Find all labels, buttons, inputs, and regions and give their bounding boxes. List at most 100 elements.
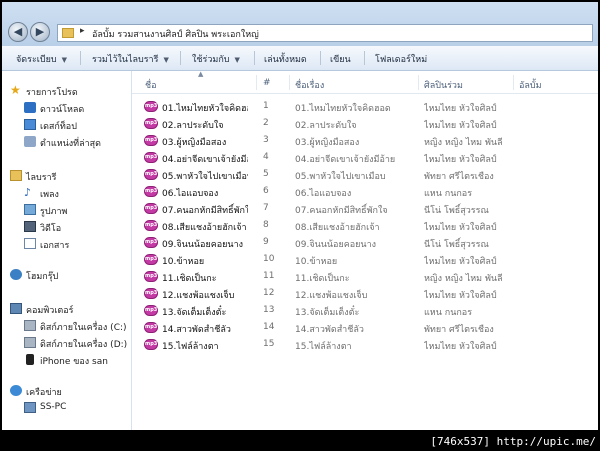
- file-row[interactable]: mp3 05.พาหัวใจไปเขาเมือบ 5 05.พาหัวใจไปเขาเ…: [132, 166, 598, 183]
- file-row[interactable]: mp3 14.สาวพัดสำชีลัว 14 14.สาวพัดสำชีลัว พัท…: [132, 319, 598, 336]
- audio-file-icon: mp3: [144, 169, 158, 180]
- file-row[interactable]: mp3 09.จินนน้อยคอยนาง 9 09.จินนน้อยคอยนาง นี…: [132, 234, 598, 251]
- column-header-title[interactable]: ชื่อเรื่อง: [295, 78, 324, 92]
- file-name: 07.คนอกหักมีสิทธิ์พักใจ: [162, 206, 248, 216]
- track-title: 08.เสียแชงอ้ายฮักเจ้า: [295, 223, 380, 233]
- explorer-window: ◀ ▶ ▸ อัลบั้ม รวมสานงานศิลป์ ศิลปิน พระเ…: [2, 2, 598, 430]
- column-header-name[interactable]: ชื่อ: [145, 78, 157, 92]
- address-bar[interactable]: ▸ อัลบั้ม รวมสานงานศิลป์ ศิลปิน พระเอกให…: [57, 24, 593, 42]
- drive-icon: [24, 320, 36, 331]
- audio-file-icon: mp3: [144, 118, 158, 129]
- file-name: 01.ไหมไทยหัวใจคิดฮอด: [162, 104, 248, 114]
- track-title: 03.ผู้หญิงมือสอง: [295, 138, 360, 148]
- track-artist: ไหมไทย หัวใจศิลป์: [424, 155, 497, 165]
- track-number: 10: [263, 254, 275, 264]
- file-row[interactable]: mp3 11.เชิดเป็นกะ 11 11.เชิดเป็นกะ หญิง หญิง…: [132, 268, 598, 285]
- audio-file-icon: mp3: [144, 254, 158, 265]
- nav-computer-label: คอมพิวเตอร์: [26, 306, 74, 316]
- audio-file-icon: mp3: [144, 271, 158, 282]
- image-frame: ◀ ▶ ▸ อัลบั้ม รวมสานงานศิลป์ ศิลปิน พระเ…: [0, 0, 600, 451]
- image-watermark: [746x537] http://upic.me/: [430, 435, 596, 448]
- include-in-library-menu[interactable]: รวมไว้ในไลบรารี ▼: [92, 52, 169, 66]
- file-row[interactable]: mp3 15.ไฟล์ล้างตา 15 15.ไฟล์ล้างตา ไหมไทย หั…: [132, 336, 598, 353]
- file-name: 10.ข้าหอย: [162, 257, 205, 267]
- drive-icon: [24, 337, 36, 348]
- homegroup-icon: [10, 269, 22, 280]
- toolbar-divider: [180, 51, 181, 65]
- navigation-pane: ★ รายการโปรด ดาวน์โหลด เดสก์ท็อป ตำแหน่งท…: [2, 71, 132, 430]
- audio-file-icon: mp3: [144, 322, 158, 333]
- audio-file-icon: mp3: [144, 152, 158, 163]
- recent-places-icon: [24, 136, 36, 147]
- burn-button[interactable]: เขียน: [330, 52, 351, 66]
- file-row[interactable]: mp3 07.คนอกหักมีสิทธิ์พักใจ 7 07.คนอกหักมีส…: [132, 200, 598, 217]
- track-title: 10.ข้าหอย: [295, 257, 338, 267]
- track-artist: ไหมไทย หัวใจศิลป์: [424, 223, 497, 233]
- track-artist: นีโน่ โพธิ์สุวรรณ: [424, 206, 489, 216]
- pictures-icon: [24, 204, 36, 215]
- new-folder-button[interactable]: โฟลเดอร์ใหม่: [375, 52, 427, 66]
- organize-menu[interactable]: จัดระเบียบ ▼: [16, 52, 67, 66]
- file-row[interactable]: mp3 03.ผู้หญิงมือสอง 3 03.ผู้หญิงมือสอง หญิง…: [132, 132, 598, 149]
- audio-file-icon: mp3: [144, 339, 158, 350]
- file-name: 13.จัดเต็มเต็งตั๋ะ: [162, 308, 227, 318]
- file-row[interactable]: mp3 04.อย่าจีดเขาเจ้ายังมีอ้าย 4 04.อย่าจีด…: [132, 149, 598, 166]
- computer-icon: [10, 303, 22, 314]
- track-artist: ไหมไทย หัวใจศิลป์: [424, 257, 497, 267]
- nav-network-label: เครือข่าย: [26, 388, 62, 398]
- file-name: 03.ผู้หญิงมือสอง: [162, 138, 227, 148]
- file-row[interactable]: mp3 06.ไอแอบจอง 6 06.ไอแอบจอง แหน กนกอร: [132, 183, 598, 200]
- file-row[interactable]: mp3 02.ลาประดับใจ 2 02.ลาประดับใจ ไหมไทย หัว…: [132, 115, 598, 132]
- track-title: 07.คนอกหักมีสิทธิ์พักใจ: [295, 206, 388, 216]
- forward-button[interactable]: ▶: [30, 22, 50, 42]
- column-header-album[interactable]: อัลบั้ม: [519, 78, 542, 92]
- organize-label: จัดระเบียบ: [16, 55, 57, 65]
- column-divider[interactable]: [418, 75, 419, 90]
- nav-item-label: ตำแหน่งที่ล่าสุด: [40, 139, 102, 149]
- play-all-button[interactable]: เล่นทั้งหมด: [264, 52, 307, 66]
- address-path[interactable]: อัลบั้ม รวมสานงานศิลป์ ศิลปิน พระเอกใหญ่: [92, 27, 259, 41]
- file-row[interactable]: mp3 01.ไหมไทยหัวใจคิดฮอด 1 01.ไหมไทยหัวใจคิ…: [132, 98, 598, 115]
- file-name: 12.แชงพ้อแชงเจ็บ: [162, 291, 235, 301]
- music-note-icon: ♪: [24, 186, 32, 199]
- column-header-artist[interactable]: ศิลปินร่วม: [424, 78, 463, 92]
- track-artist: ไหมไทย หัวใจศิลป์: [424, 104, 497, 114]
- share-with-menu[interactable]: ใช้ร่วมกับ ▼: [192, 52, 240, 66]
- file-name: 14.สาวพัดสำชีลัว: [162, 325, 231, 335]
- track-title: 01.ไหมไทยหัวใจคิดฮอด: [295, 104, 391, 114]
- audio-file-icon: mp3: [144, 186, 158, 197]
- column-divider[interactable]: [513, 75, 514, 90]
- nav-item-label: ดิสก์ภายในเครื่อง (C:): [40, 323, 127, 333]
- file-row[interactable]: mp3 13.จัดเต็มเต็งตั๋ะ 13 13.จัดเต็มเต็งตั๋…: [132, 302, 598, 319]
- libraries-icon: [10, 170, 22, 181]
- file-row[interactable]: mp3 08.เสียแชงอ้ายฮักเจ้า 8 08.เสียแชงอ้ายฮ…: [132, 217, 598, 234]
- column-divider[interactable]: [289, 75, 290, 90]
- nav-homegroup-label: โฮมกรุ๊ป: [26, 272, 59, 282]
- file-row[interactable]: mp3 12.แชงพ้อแชงเจ็บ 12 12.แชงพ้อแชงเจ็บ ไหม…: [132, 285, 598, 302]
- track-artist: พัทยา ศรีไตรเชือง: [424, 325, 494, 335]
- chevron-down-icon: ▼: [163, 56, 169, 64]
- nav-item-label: SS-PC: [40, 402, 67, 412]
- file-row[interactable]: mp3 10.ข้าหอย 10 10.ข้าหอย ไหมไทย หัวใจศิลป์: [132, 251, 598, 268]
- track-title: 09.จินนน้อยคอยนาง: [295, 240, 377, 250]
- nav-item-label: ดาวน์โหลด: [40, 105, 85, 115]
- column-header-number[interactable]: #: [263, 78, 271, 88]
- sort-up-icon: ▲: [198, 70, 204, 78]
- column-divider[interactable]: [256, 75, 257, 90]
- track-artist: ไหมไทย หัวใจศิลป์: [424, 291, 497, 301]
- audio-file-icon: mp3: [144, 237, 158, 248]
- include-library-label: รวมไว้ในไลบรารี: [92, 55, 159, 65]
- nav-item-label: วิดีโอ: [40, 224, 62, 234]
- back-button[interactable]: ◀: [8, 22, 28, 42]
- nav-item-label: รูปภาพ: [40, 207, 68, 217]
- desktop-icon: [24, 119, 36, 130]
- track-number: 4: [263, 152, 269, 162]
- file-name: 08.เสียแชงอ้ายฮักเจ้า: [162, 223, 247, 233]
- nav-item-label: เอกสาร: [40, 241, 70, 251]
- share-with-label: ใช้ร่วมกับ: [192, 55, 230, 65]
- chevron-down-icon: ▼: [61, 56, 67, 64]
- nav-item-label: เพลง: [40, 190, 59, 200]
- file-list: ชื่อ ▲ # ชื่อเรื่อง ศิลปินร่วม อัลบั้ม m…: [132, 70, 598, 430]
- breadcrumb-arrow-icon[interactable]: ▸: [80, 26, 85, 36]
- toolbar-divider: [364, 51, 365, 65]
